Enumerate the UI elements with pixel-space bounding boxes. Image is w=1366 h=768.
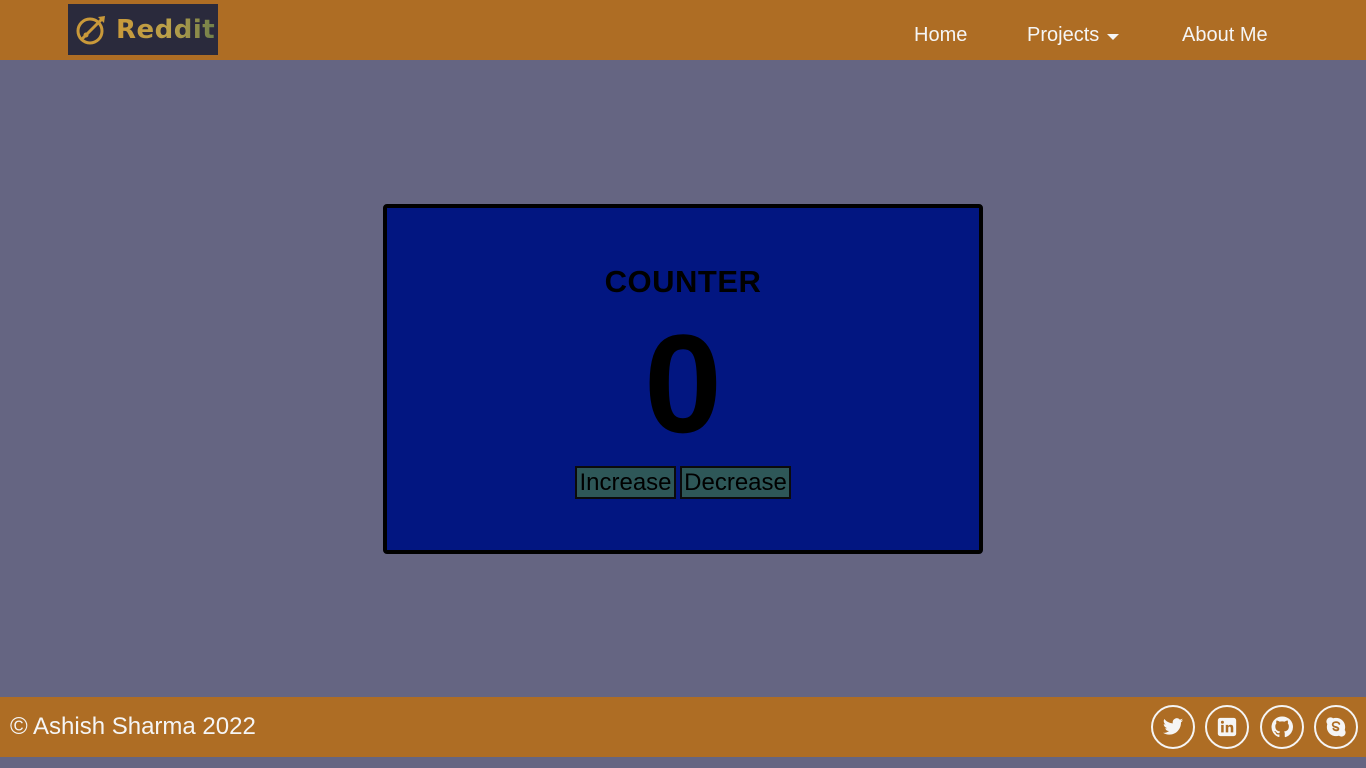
twitter-icon — [1162, 718, 1184, 735]
nav-home[interactable]: Home — [914, 24, 967, 46]
decrease-button[interactable]: Decrease — [680, 466, 791, 499]
footer: © Ashish Sharma 2022 — [0, 697, 1366, 757]
logo[interactable]: Reddit — [68, 4, 218, 55]
nav-projects-label: Projects — [1027, 24, 1100, 46]
twitter-link[interactable] — [1151, 705, 1195, 749]
counter-value: 0 — [644, 305, 722, 462]
github-link[interactable] — [1260, 705, 1304, 749]
skype-icon — [1326, 717, 1346, 737]
logo-text: Reddit — [116, 14, 216, 45]
github-icon — [1271, 716, 1293, 738]
increase-button[interactable]: Increase — [575, 466, 676, 499]
compass-icon — [76, 15, 105, 44]
copyright-text: © Ashish Sharma 2022 — [10, 713, 256, 740]
nav-about[interactable]: About Me — [1182, 24, 1268, 46]
linkedin-link[interactable] — [1205, 705, 1249, 749]
nav-projects[interactable]: Projects — [1027, 24, 1120, 46]
linkedin-icon — [1217, 717, 1237, 737]
counter-title: COUNTER — [604, 264, 762, 299]
counter-card: COUNTER 0 Increase Decrease — [383, 204, 983, 554]
navbar: Reddit Home Projects About Me — [0, 0, 1366, 60]
caret-down-icon — [1107, 33, 1120, 40]
skype-link[interactable] — [1314, 705, 1358, 749]
